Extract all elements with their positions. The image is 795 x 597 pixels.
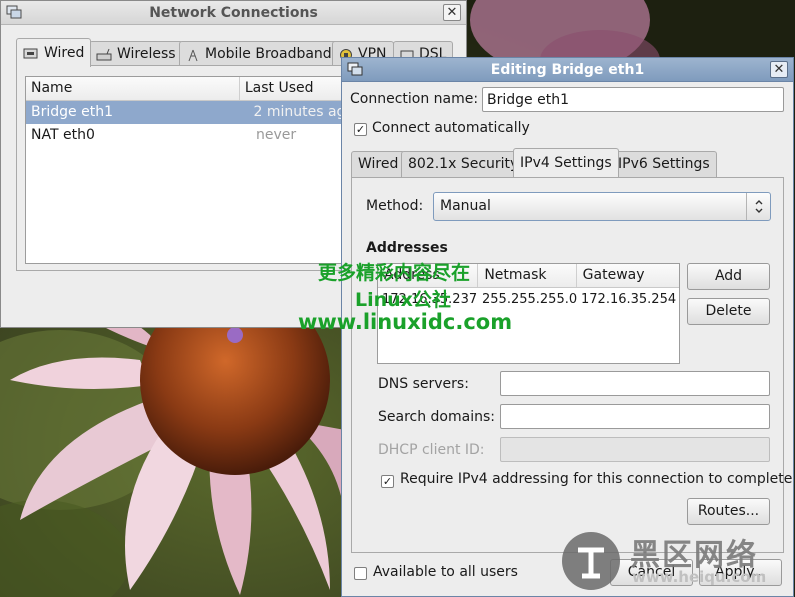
watermark-line-3: www.linuxidc.com (298, 310, 513, 334)
connection-name-label: Connection name: (350, 91, 479, 107)
tab-mobile-broadband-label: Mobile Broadband (205, 46, 332, 62)
available-to-all-users-checkbox[interactable] (354, 567, 367, 580)
require-ipv4-checkbox[interactable]: ✓ (381, 475, 394, 488)
ipv4-settings-pane: Method: Manual Addresses Address Netmask… (351, 177, 792, 553)
addresses-heading: Addresses (366, 240, 448, 256)
heiqu-logo-url: www.heiqu.com (632, 568, 767, 586)
require-ipv4-label: Require IPv4 addressing for this connect… (400, 471, 793, 487)
delete-address-button[interactable]: Delete (687, 298, 770, 325)
dhcp-client-id-field (500, 437, 770, 462)
column-header-netmask[interactable]: Netmask (478, 264, 577, 287)
routes-button[interactable]: Routes... (687, 498, 770, 525)
tab-ipv6-settings-label: IPv6 Settings (618, 156, 710, 172)
tab-wired-label: Wired (358, 156, 399, 172)
editing-dialog-title: Editing Bridge eth1 (490, 62, 645, 78)
tab-wired-label: Wired (44, 44, 85, 61)
watermark-line-2: Linux公社 (355, 289, 451, 311)
connect-automatically-label: Connect automatically (372, 120, 530, 136)
connect-automatically-checkbox[interactable]: ✓ (354, 123, 367, 136)
antenna-icon (188, 49, 198, 61)
connection-name: Bridge eth1 (31, 104, 113, 120)
connection-last-used: never (256, 127, 297, 143)
search-domains-label: Search domains: (378, 409, 495, 425)
tab-wireless-label: Wireless (117, 46, 176, 62)
dns-servers-label: DNS servers: (378, 376, 469, 392)
updown-arrows-icon (746, 193, 770, 220)
network-window-icon (6, 5, 22, 19)
watermark-line-1: 更多精彩内容尽在 (318, 262, 471, 284)
close-icon[interactable]: ✕ (770, 61, 788, 78)
column-header-gateway[interactable]: Gateway (577, 264, 679, 287)
connection-name: NAT eth0 (31, 127, 95, 143)
connection-last-used: 2 minutes ago (253, 104, 354, 120)
heiqu-watermark-logo: 黑区网络 www.heiqu.com (560, 528, 795, 592)
search-domains-field[interactable] (500, 404, 770, 429)
list-item-bridge-eth1[interactable]: Bridge eth1 2 minutes ago (26, 101, 354, 124)
gateway-cell[interactable]: 172.16.35.254 (577, 288, 679, 311)
dns-servers-field[interactable] (500, 371, 770, 396)
connections-list-header: Name Last Used (26, 77, 354, 101)
tab-wireless[interactable]: Wireless (89, 41, 183, 67)
network-connections-title: Network Connections (149, 5, 318, 21)
add-address-button[interactable]: Add (687, 263, 770, 290)
tab-ipv4-settings-label: IPv4 Settings (520, 154, 612, 171)
method-label: Method: (366, 198, 424, 214)
method-dropdown[interactable]: Manual (433, 192, 771, 221)
netmask-cell[interactable]: 255.255.255.0 (478, 288, 577, 311)
network-connections-titlebar[interactable]: Network Connections ✕ (1, 1, 466, 25)
tab-mobile-broadband[interactable]: Mobile Broadband (179, 41, 339, 67)
tab-8021x-security[interactable]: 802.1x Security (401, 151, 526, 177)
tab-wired[interactable]: Wired (16, 38, 92, 67)
heiqu-logo-icon (562, 532, 620, 590)
editing-dialog-titlebar[interactable]: Editing Bridge eth1 ✕ (342, 58, 793, 82)
connection-name-field[interactable] (482, 87, 784, 112)
tab-ipv4-settings[interactable]: IPv4 Settings (513, 148, 619, 177)
close-icon[interactable]: ✕ (443, 4, 461, 21)
column-header-name[interactable]: Name (26, 77, 240, 100)
column-header-last-used[interactable]: Last Used (240, 77, 354, 100)
tab-wired[interactable]: Wired (351, 151, 406, 177)
dhcp-client-id-label: DHCP client ID: (378, 442, 485, 458)
tab-8021x-security-label: 802.1x Security (408, 156, 519, 172)
tab-ipv6-settings[interactable]: IPv6 Settings (611, 151, 717, 177)
ethernet-icon (23, 48, 38, 59)
available-to-all-users-label: Available to all users (373, 564, 518, 580)
network-window-icon (347, 62, 363, 76)
method-value: Manual (440, 198, 491, 214)
list-item-nat-eth0[interactable]: NAT eth0 never (26, 124, 354, 147)
connections-list[interactable]: Name Last Used Bridge eth1 2 minutes ago… (25, 76, 355, 264)
wireless-icon (96, 48, 112, 60)
